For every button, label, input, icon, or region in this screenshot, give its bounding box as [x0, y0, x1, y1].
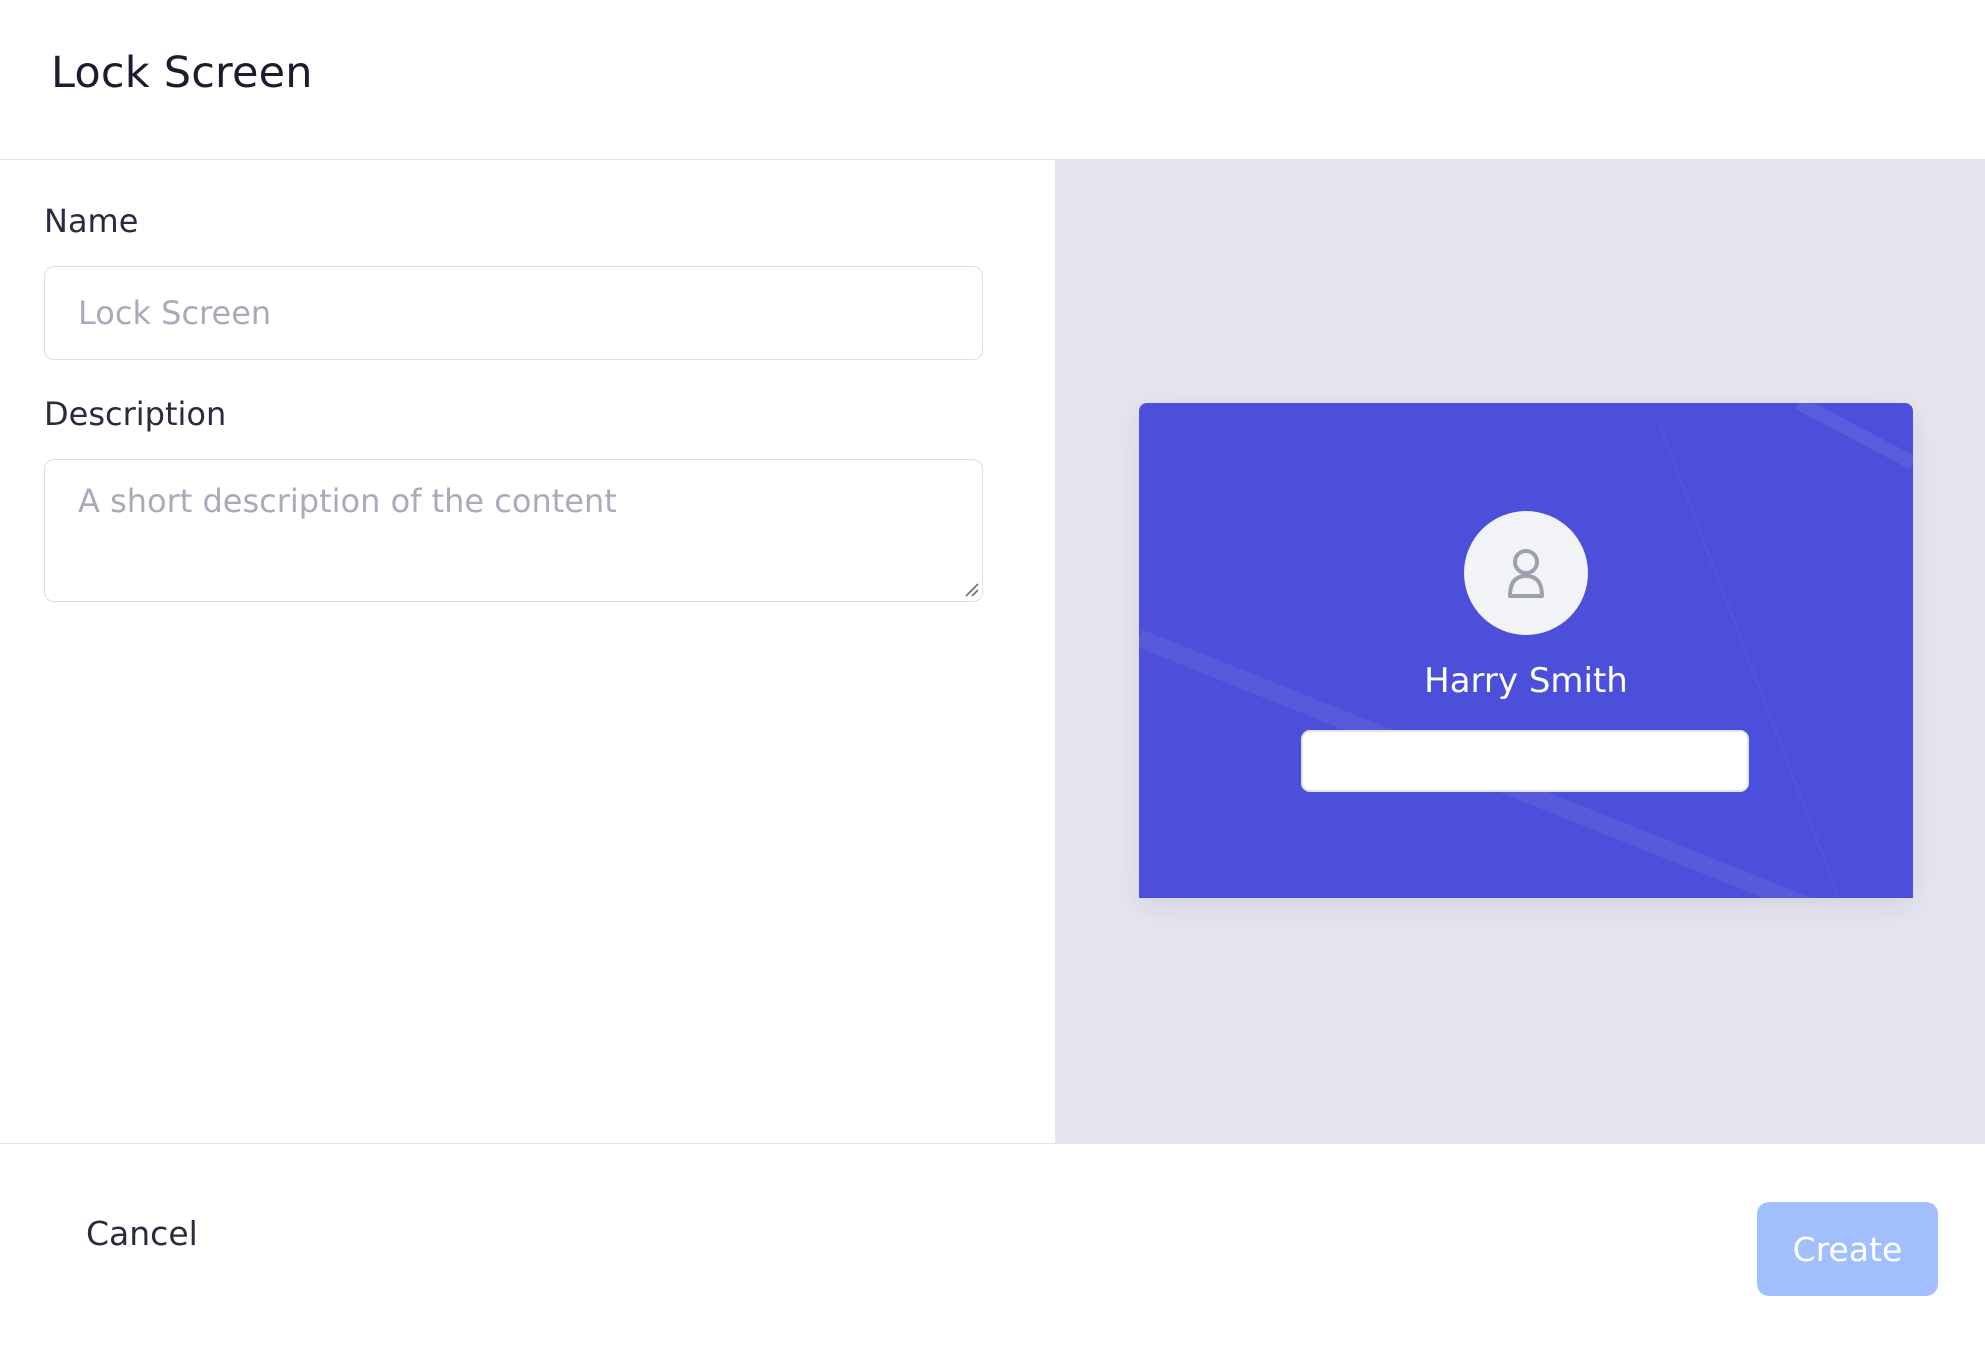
dialog-footer: Cancel Create: [0, 1143, 1985, 1345]
password-field-preview: [1301, 730, 1749, 792]
background-lines-decoration: [1139, 403, 1913, 898]
lock-screen-preview: Harry Smith: [1139, 403, 1913, 898]
avatar: [1464, 511, 1588, 635]
resize-handle-icon[interactable]: [960, 578, 980, 598]
description-label: Description: [44, 395, 227, 433]
description-textarea[interactable]: [44, 459, 983, 602]
preview-panel: Harry Smith: [1055, 160, 1985, 1143]
dialog-header: Lock Screen: [0, 0, 1985, 160]
name-label: Name: [44, 202, 139, 240]
user-icon: [1508, 549, 1544, 598]
preview-user-name: Harry Smith: [1424, 661, 1628, 701]
form-panel: Name Description: [0, 160, 1055, 1143]
create-button[interactable]: Create: [1757, 1202, 1938, 1296]
name-input[interactable]: [44, 266, 983, 360]
page-title: Lock Screen: [51, 48, 313, 98]
cancel-button[interactable]: Cancel: [56, 1198, 228, 1268]
